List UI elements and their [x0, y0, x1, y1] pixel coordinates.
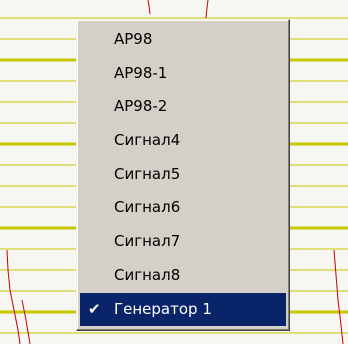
menu-item-label: AP98-2: [114, 97, 168, 116]
menu-item-signal8[interactable]: Сигнал8: [80, 259, 286, 293]
menu-item-label: AP98: [114, 30, 153, 48]
menu-item-label: Сигнал6: [114, 198, 181, 217]
menu-item-ap98-1[interactable]: AP98-1: [80, 57, 286, 91]
menu-item-label: AP98-1: [114, 63, 168, 82]
checkmark-icon: ✔: [88, 299, 101, 318]
menu-item-signal7[interactable]: Сигнал7: [80, 225, 286, 259]
menu-item-ap98[interactable]: AP98: [80, 23, 286, 57]
menu-item-signal5[interactable]: Сигнал5: [80, 158, 286, 192]
menu-item-signal6[interactable]: Сигнал6: [80, 191, 286, 225]
menu-item-generator1[interactable]: ✔ Генератор 1: [80, 292, 286, 327]
menu-item-signal4[interactable]: Сигнал4: [80, 124, 286, 158]
menu-item-label: Сигнал4: [114, 131, 181, 150]
menu-item-label: Сигнал5: [114, 164, 181, 183]
menu-item-label: Сигнал7: [114, 232, 181, 251]
menu-item-label: Генератор 1: [114, 299, 212, 318]
menu-item-ap98-2[interactable]: AP98-2: [80, 90, 286, 124]
menu-item-label: Сигнал8: [114, 265, 181, 284]
context-menu: AP98 AP98-1 AP98-2 Сигнал4 Сигнал5 Сигна…: [76, 19, 290, 331]
